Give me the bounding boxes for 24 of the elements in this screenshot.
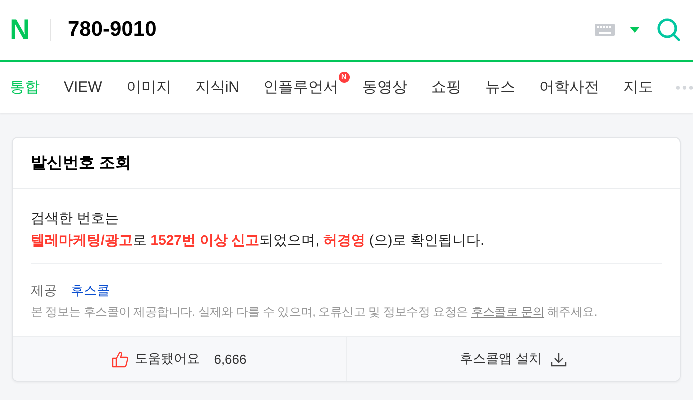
tab[interactable]: 동영상 [362,79,408,96]
caret-icon[interactable] [630,27,640,33]
install-button[interactable]: 후스콜앱 설치 [346,337,680,381]
tab[interactable]: VIEW [64,78,102,96]
provider-link[interactable]: 후스콜 [71,283,110,298]
notice-text: 본 정보는 후스콜이 제공합니다. 실제와 다를 수 있으며, 오류신고 및 정보수정 요청은 후스콜로 문의 해주세요. [31,304,598,321]
result-intro: 검색한 번호는 [31,209,120,228]
keyboard-icon[interactable] [595,24,615,36]
card-title: 발신번호 조회 [13,138,680,189]
search-field[interactable]: 780-9010 [68,18,595,42]
search-icon[interactable] [657,18,681,42]
tab[interactable]: 어학사전 [540,79,600,96]
tab[interactable]: 쇼핑 [432,79,462,96]
download-icon [550,352,567,366]
tab[interactable]: 인플루언서 [264,79,339,96]
tab[interactable]: 지식iN [195,79,240,96]
tab[interactable]: 지도 [624,79,654,96]
inquiry-link[interactable]: 후스콜로 문의 [471,305,545,319]
tab[interactable]: 이미지 [126,79,172,96]
tab[interactable]: 뉴스 [486,79,516,96]
result-text: 텔레마케팅/광고로 1527번 이상 신고되었으며, 허경영 (으)로 확인됩니다. [31,231,486,250]
thumbs-up-icon [112,350,130,368]
more-icon[interactable] [676,84,693,90]
provider-label: 제공 [31,283,57,298]
